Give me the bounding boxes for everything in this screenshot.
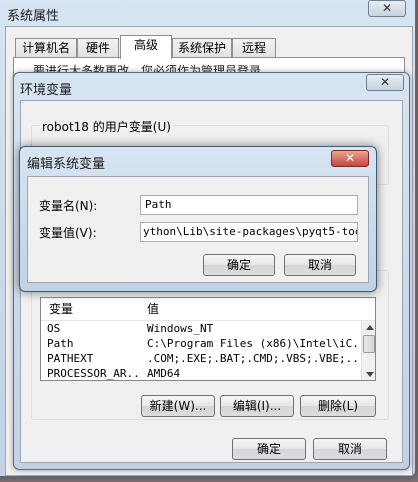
table-row[interactable]: Path C:\Program Files (x86)\Intel\iC... [41, 337, 361, 352]
tab-advanced[interactable]: 高级 [120, 35, 172, 59]
scrollbar-thumb[interactable] [363, 335, 375, 353]
edit-dialog-title: 编辑系统变量 [27, 157, 106, 172]
tab-computer-name[interactable]: 计算机名 [15, 38, 77, 58]
new-variable-button[interactable]: 新建(W)... [141, 395, 215, 417]
edit-variable-button[interactable]: 编辑(I)... [220, 395, 294, 417]
table-row[interactable]: PATHEXT .COM;.EXE;.BAT;.CMD;.VBS;.VBE;..… [41, 352, 361, 367]
system-properties-title: 系统属性 [7, 9, 60, 24]
row-value: AMD64 [147, 367, 181, 380]
row-value: Windows_NT [147, 322, 214, 335]
environment-variables-cancel-button[interactable]: 取消 [313, 438, 387, 460]
close-icon: ✕ [381, 1, 393, 15]
system-variables-list[interactable]: 变量 值 OS Windows_NT Path C:\Program Files… [40, 297, 376, 381]
vertical-scrollbar[interactable] [361, 321, 375, 380]
variable-value-label: 变量值(V): [39, 226, 97, 240]
environment-variables-ok-button[interactable]: 确定 [232, 438, 306, 460]
scroll-down-arrow-icon[interactable] [366, 372, 374, 377]
row-name: PATHEXT [47, 352, 94, 365]
table-row[interactable]: OS Windows_NT [41, 322, 361, 337]
environment-variables-title: 环境变量 [20, 83, 73, 98]
edit-dialog-cancel-button[interactable]: 取消 [284, 254, 356, 276]
system-properties-close-button[interactable]: ✕ [368, 0, 406, 17]
row-value: C:\Program Files (x86)\Intel\iC... [147, 337, 357, 350]
tab-hardware[interactable]: 硬件 [77, 38, 119, 58]
row-name: PROCESSOR_AR... [47, 367, 142, 380]
variable-value-field[interactable]: ython\Lib\site-packages\pyqt5-tools [140, 222, 358, 242]
environment-variables-close-button[interactable]: ✕ [366, 74, 404, 91]
user-variables-label: robot18 的用户变量(U) [40, 118, 173, 135]
edit-dialog-close-button[interactable]: ✕ [331, 150, 369, 167]
delete-variable-button[interactable]: 删除(L) [300, 395, 376, 417]
column-header-value[interactable]: 值 [141, 298, 367, 320]
header-divider [41, 320, 375, 321]
table-row[interactable]: PROCESSOR_AR... AMD64 [41, 367, 361, 380]
edit-dialog-ok-button[interactable]: 确定 [203, 254, 275, 276]
close-icon: ✕ [379, 75, 391, 89]
variable-name-field[interactable]: Path [140, 195, 358, 215]
scroll-up-arrow-icon[interactable] [366, 325, 374, 330]
row-name: OS [47, 322, 61, 335]
tab-system-protection[interactable]: 系统保护 [172, 38, 232, 58]
variable-name-label: 变量名(N): [39, 199, 98, 213]
tab-remote[interactable]: 远程 [232, 38, 276, 58]
row-name: Path [47, 337, 74, 350]
row-value: .COM;.EXE;.BAT;.CMD;.VBS;.VBE;.... [147, 352, 357, 365]
close-icon: ✕ [344, 151, 356, 165]
column-header-name[interactable]: 变量 [41, 298, 148, 320]
